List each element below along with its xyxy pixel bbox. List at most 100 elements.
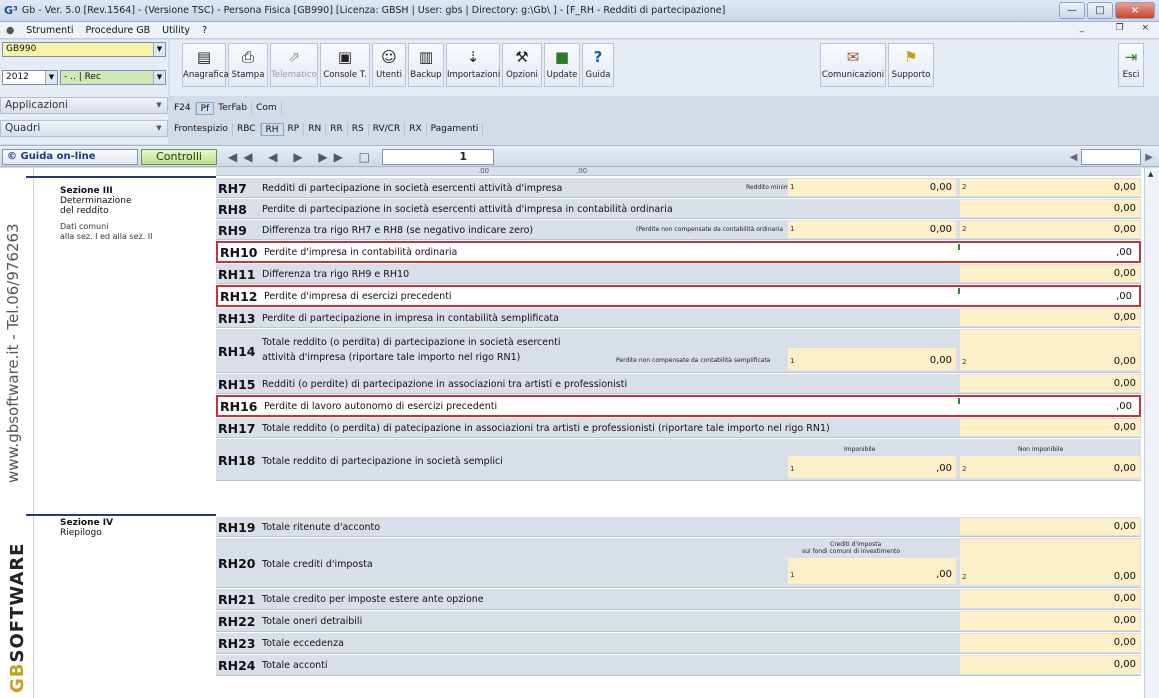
field-value: 0,00 [1113, 182, 1136, 193]
brand-gb: GB [7, 662, 28, 694]
tab-pf[interactable]: Pf [195, 102, 215, 115]
menu-utility[interactable]: Utility [162, 25, 190, 36]
guida-button[interactable]: ? Guida [582, 43, 614, 87]
chevron-down-icon[interactable]: ▼ [45, 71, 57, 84]
imponibile-label: Imponibile [844, 446, 876, 453]
rh15-field[interactable]: 0,00 [960, 375, 1140, 392]
stampa-button[interactable]: ⎙ Stampa [228, 43, 268, 87]
rh16-input[interactable]: ,00 [962, 398, 1136, 415]
tab-rr[interactable]: RR [326, 123, 348, 136]
scroll-up-icon[interactable]: ▲ [1148, 170, 1153, 178]
tab-rn[interactable]: RN [304, 123, 327, 136]
rh9-field-1[interactable]: 1 0,00 [788, 221, 956, 238]
tab-f24[interactable]: F24 [170, 102, 196, 115]
field-value: 0,00 [929, 355, 952, 366]
opzioni-button[interactable]: ⚒ Opzioni [502, 43, 542, 87]
utenti-button[interactable]: ☺ Utenti [372, 43, 406, 87]
backup-button[interactable]: ▥ Backup [408, 43, 444, 87]
rh18-field-2[interactable]: 2 0,00 [960, 456, 1140, 478]
field-value: 0,00 [1113, 378, 1136, 389]
rh20-field-1[interactable]: 1,00 [788, 558, 956, 584]
telematico-button[interactable]: ⇗ Telematico [270, 43, 318, 87]
model-select[interactable]: GB990 ▼ [2, 42, 166, 57]
maximize-button[interactable]: □ [1087, 2, 1113, 19]
rh20-field-2[interactable]: 2 0,00 [960, 539, 1140, 585]
esci-button[interactable]: ⇥ Esci [1118, 43, 1144, 87]
rh12-input[interactable]: ,00 [962, 288, 1136, 305]
field-value: 0,00 [1113, 312, 1136, 323]
right-nav: ◀ ▶ [1070, 149, 1153, 165]
scroll-left-icon[interactable]: ◀ [1070, 152, 1078, 163]
tab-terfab[interactable]: TerFab [214, 102, 253, 115]
supporto-button[interactable]: ⚑ Supporto [888, 43, 934, 87]
tab-rp[interactable]: RP [284, 123, 305, 136]
menu-strumenti[interactable]: Strumenti [26, 25, 73, 36]
console-button[interactable]: ▣ Console T. [320, 43, 370, 87]
anagrafica-button[interactable]: ▤ Anagrafica [182, 43, 229, 87]
rec-select[interactable]: - .. | Rec ▼ [60, 70, 166, 85]
mdi-window-controls[interactable]: _ ❐ × [1080, 23, 1153, 33]
field-value: ,00 [1116, 247, 1132, 258]
comunicazioni-button[interactable]: ✉ Comunicazioni [820, 43, 886, 87]
minimize-button[interactable]: — [1059, 2, 1085, 19]
update-button[interactable]: ■ Update [544, 43, 580, 87]
tab-com[interactable]: Com [252, 102, 282, 115]
tab-rv-cr[interactable]: RV/CR [369, 123, 406, 136]
tab-rs[interactable]: RS [348, 123, 369, 136]
rh19-field[interactable]: 0,00 [960, 518, 1140, 535]
tab-rx[interactable]: RX [405, 123, 427, 136]
chevron-down-icon[interactable]: ▼ [153, 71, 165, 84]
page-number-input[interactable]: 1 [382, 149, 494, 165]
tab-pagamenti[interactable]: Pagamenti [427, 123, 484, 136]
rh23-field[interactable]: 0,00 [960, 634, 1140, 652]
scroll-right-icon[interactable]: ▶ [1145, 152, 1153, 163]
importazioni-button[interactable]: ⇣ Importazioni [446, 43, 500, 87]
title-bar: G³ Gb - Ver. 5.0 [Rev.1564] - (Versione … [0, 0, 1159, 22]
rh24-field[interactable]: 0,00 [960, 656, 1140, 674]
close-button[interactable]: × [1115, 2, 1155, 19]
row-code: RH18 [218, 453, 256, 468]
horizontal-scroll-box[interactable] [1081, 149, 1142, 165]
row-desc: Totale reddito di partecipazione in soci… [262, 456, 503, 467]
rh14-field-2[interactable]: 2 0,00 [960, 330, 1140, 370]
rh9-field-2[interactable]: 2 0,00 [960, 221, 1140, 238]
chevron-down-icon[interactable]: ▼ [153, 122, 165, 135]
record-navigation-icons[interactable]: ◀◀ ◀ ▶ ▶▶ □ ☒ [228, 149, 403, 165]
chevron-down-icon[interactable]: ▼ [153, 43, 165, 56]
rh21-field[interactable]: 0,00 [960, 590, 1140, 608]
row-rh9: RH9 Differenza tra rigo RH7 e RH8 (se ne… [216, 220, 1141, 240]
menu-help[interactable]: ? [202, 25, 207, 36]
menu-procedure-gb[interactable]: Procedure GB [85, 25, 150, 36]
rh18-field-1[interactable]: 1,00 [788, 456, 956, 478]
rh7-field-1[interactable]: 1 0,00 [788, 179, 956, 196]
console-icon: ▣ [337, 48, 353, 66]
row-desc: Redditi (o perdite) di partecipazione in… [262, 379, 628, 390]
rh10-input[interactable]: ,00 [962, 244, 1136, 261]
row-code: RH13 [218, 311, 256, 326]
brand-name: GBSOFTWARE [7, 543, 28, 693]
applicazioni-pane[interactable]: Applicazioni ▼ [0, 97, 168, 114]
rh13-field[interactable]: 0,00 [960, 309, 1140, 326]
guida-online-button[interactable]: © Guida on-line [2, 149, 138, 165]
rh17-field[interactable]: 0,00 [960, 419, 1140, 436]
importazioni-label: Importazioni [447, 70, 501, 80]
tab-rh[interactable]: RH [260, 123, 284, 136]
rh11-field[interactable]: 0,00 [960, 265, 1140, 282]
section-iii-sub1: Determinazione [60, 196, 132, 206]
rh22-field[interactable]: 0,00 [960, 612, 1140, 630]
form-area: .00 .00 RH7 Redditi di partecipazione in… [216, 167, 1144, 698]
menu-bullet-icon: ● [6, 24, 15, 36]
tab-rbc[interactable]: RBC [233, 123, 261, 136]
rh8-field[interactable]: 0,00 [960, 200, 1140, 217]
row-code: RH11 [218, 267, 256, 282]
controlli-button[interactable]: Controlli [141, 149, 217, 165]
tab-frontespizio[interactable]: Frontespizio [170, 123, 233, 136]
vertical-scrollbar[interactable]: ▲ [1144, 168, 1159, 698]
rh14-field-1[interactable]: 1 0,00 [788, 348, 956, 370]
help-icon: ? [593, 48, 603, 66]
rh7-field-2[interactable]: 2 0,00 [960, 179, 1140, 196]
previous-row-strip: .00 .00 [216, 167, 1141, 176]
chevron-down-icon[interactable]: ▼ [153, 99, 165, 112]
quadri-pane[interactable]: Quadri ▼ [0, 120, 168, 137]
year-select[interactable]: 2012 ▼ [2, 70, 58, 85]
